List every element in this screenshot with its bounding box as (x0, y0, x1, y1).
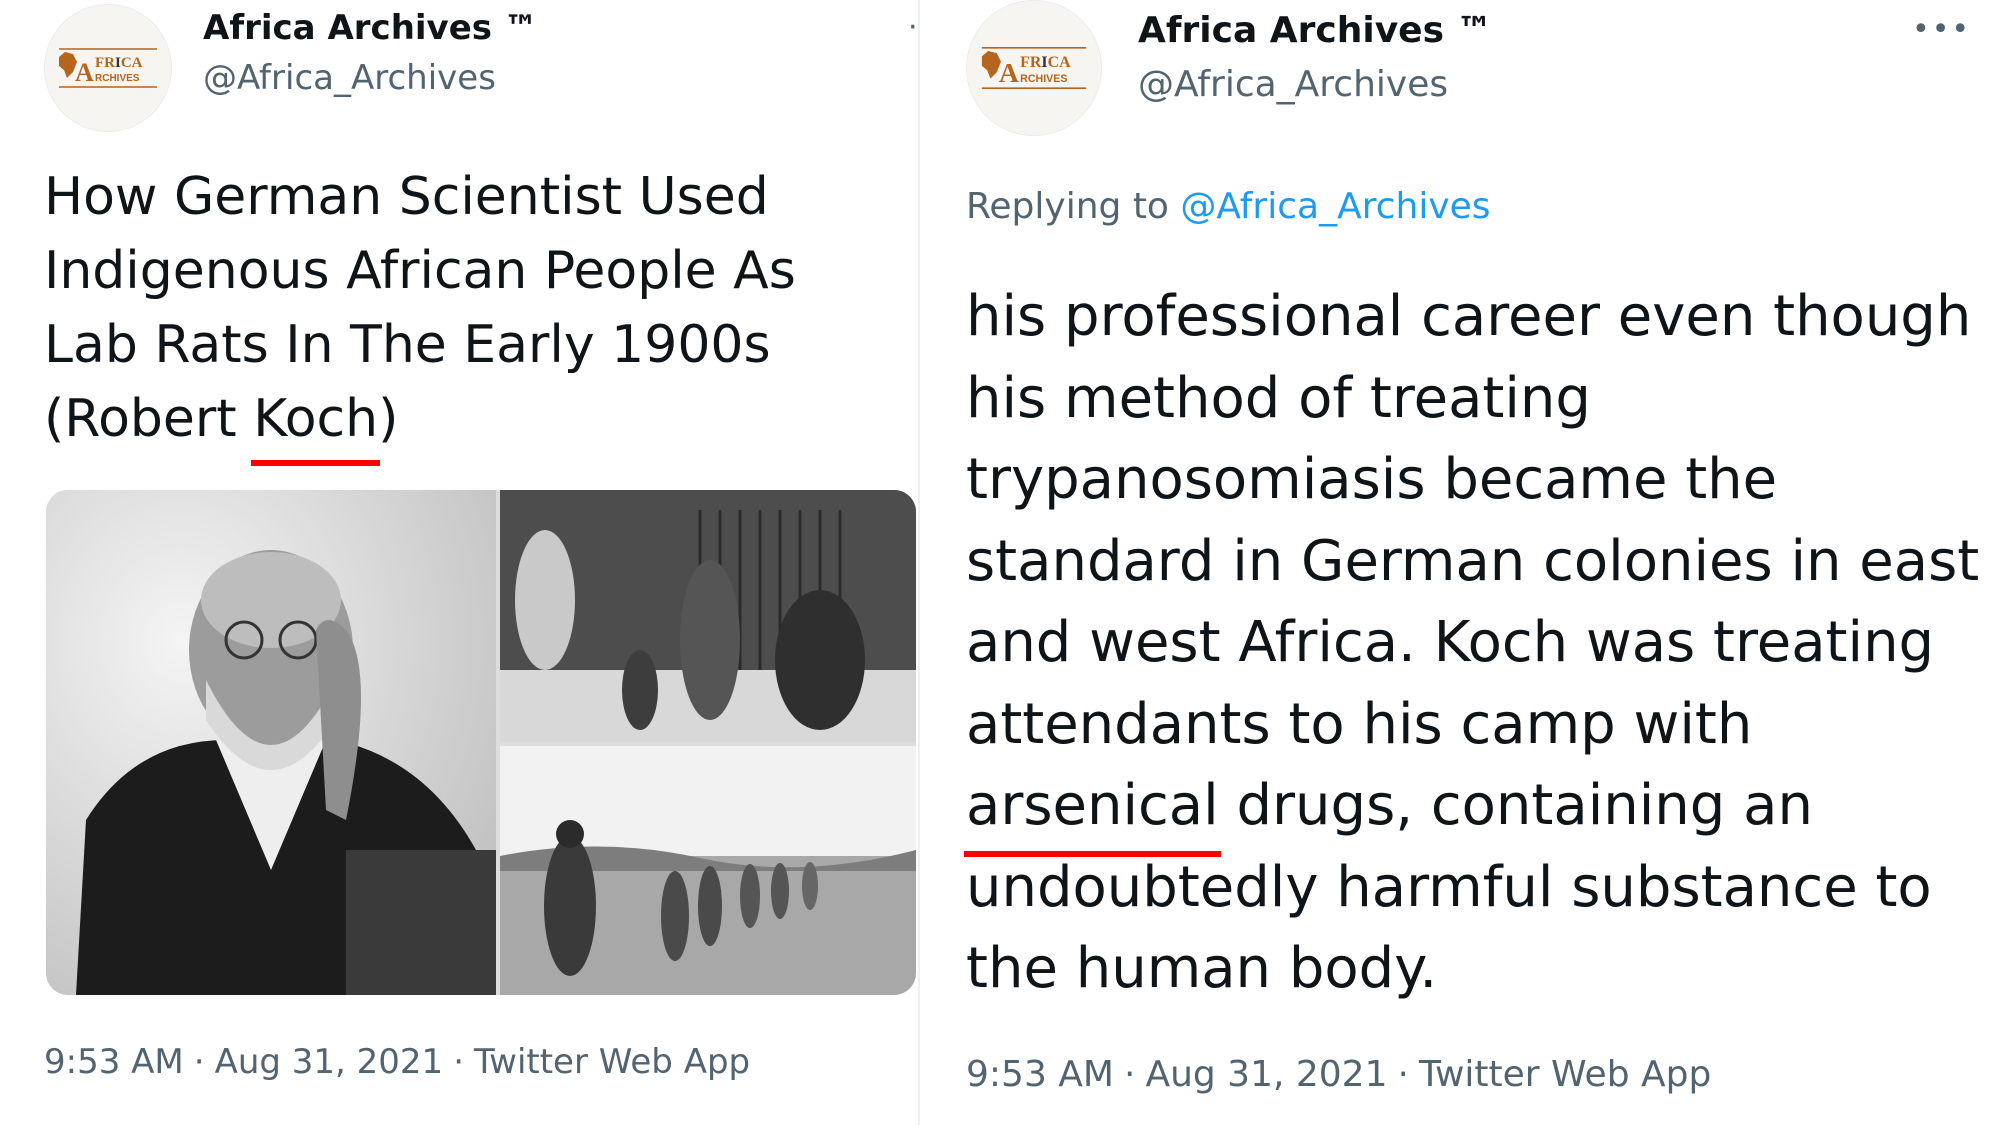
tweet-text-start: his professional career even though his … (966, 284, 1980, 757)
replying-to-handle[interactable]: @Africa_Archives (1180, 186, 1490, 227)
highlighted-word: Koch (251, 382, 380, 466)
separator: · (1123, 1054, 1136, 1095)
portrait-photo[interactable] (46, 490, 496, 995)
more-options-icon[interactable]: · (908, 10, 918, 45)
avatar[interactable]: A FRICA RCHIVES (966, 0, 1102, 136)
separator: · (1397, 1054, 1409, 1095)
svg-text:A: A (75, 58, 94, 87)
tweet-text: How German Scientist Used Indigenous Afr… (44, 160, 904, 466)
africa-archives-logo: A FRICA RCHIVES (45, 5, 171, 131)
avatar[interactable]: A FRICA RCHIVES (44, 4, 172, 132)
left-tweet: A FRICA RCHIVES Africa Archives ™ @Afric… (0, 0, 920, 1125)
display-name[interactable]: Africa Archives ™ (1138, 10, 1493, 51)
tweet-text-end: ) (378, 389, 399, 449)
field-photo[interactable] (500, 746, 916, 995)
user-handle[interactable]: @Africa_Archives (203, 58, 496, 98)
tweet-text-start: How German Scientist Used Indigenous Afr… (44, 167, 796, 449)
right-tweet: A FRICA RCHIVES Africa Archives ™ @Afric… (920, 0, 2000, 1125)
display-name[interactable]: Africa Archives ™ (203, 8, 538, 48)
svg-text:FRICA: FRICA (95, 55, 143, 71)
highlighted-word: arsenical (964, 765, 1221, 856)
tweet-source[interactable]: Twitter Web App (474, 1042, 750, 1082)
separator: · (193, 1042, 205, 1082)
tweet-timestamp[interactable]: 9:53 AM · Aug 31, 2021 · Twitter Web App (966, 1054, 1711, 1095)
svg-text:FRICA: FRICA (1020, 54, 1071, 71)
svg-text:RCHIVES: RCHIVES (1020, 73, 1067, 85)
tweet-time[interactable]: 9:53 AM (44, 1042, 184, 1082)
tweet-photo-grid[interactable] (46, 490, 916, 995)
village-photo[interactable] (500, 490, 916, 742)
replying-to-label: Replying to (966, 186, 1181, 227)
user-handle[interactable]: @Africa_Archives (1138, 64, 1448, 105)
replying-to: Replying to @Africa_Archives (966, 186, 1491, 227)
tweet-date[interactable]: Aug 31, 2021 (215, 1042, 444, 1082)
svg-text:A: A (999, 57, 1019, 88)
tweet-text: his professional career even though his … (964, 276, 1986, 1010)
tweet-source[interactable]: Twitter Web App (1419, 1054, 1711, 1095)
tweet-date[interactable]: Aug 31, 2021 (1145, 1054, 1387, 1095)
separator: · (453, 1042, 464, 1082)
more-options-icon[interactable]: ••• (1912, 12, 1971, 47)
africa-archives-logo: A FRICA RCHIVES (967, 1, 1101, 135)
tweet-time[interactable]: 9:53 AM (966, 1054, 1114, 1095)
svg-text:RCHIVES: RCHIVES (95, 73, 140, 84)
tweet-timestamp[interactable]: 9:53 AM · Aug 31, 2021 · Twitter Web App (44, 1042, 750, 1082)
